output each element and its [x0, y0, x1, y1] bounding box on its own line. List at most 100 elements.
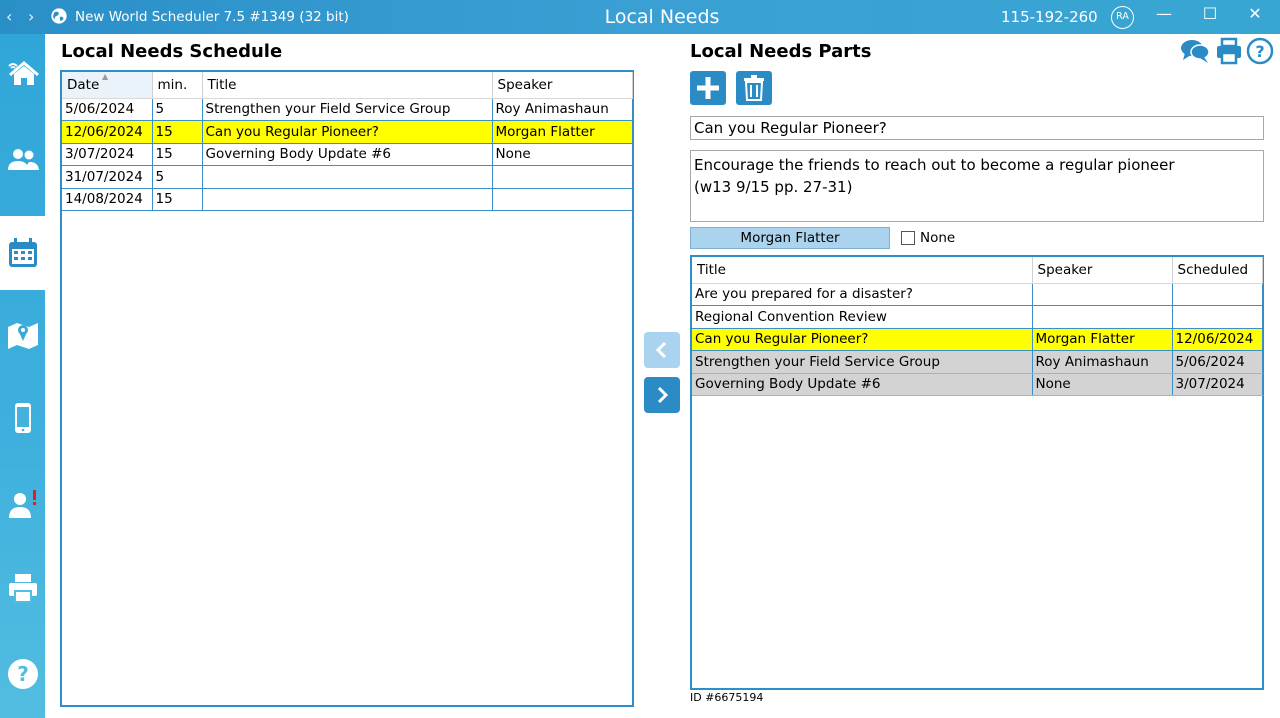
help-icon: ? [1246, 37, 1274, 65]
cell-title: Strengthen your Field Service Group [692, 350, 1033, 374]
close-button[interactable]: ✕ [1243, 4, 1267, 23]
schedule-heading: Local Needs Schedule [61, 41, 283, 62]
cell-scheduled [1172, 305, 1263, 329]
sidebar-item-map[interactable] [0, 304, 45, 364]
column-header-date[interactable]: ▲ Date [62, 72, 153, 99]
delete-part-button[interactable] [736, 71, 772, 105]
speaker-select-button[interactable]: Morgan Flatter [690, 227, 890, 249]
sidebar-item-home[interactable] [0, 42, 45, 102]
cell-min: 15 [152, 143, 203, 166]
cell-title: Regional Convention Review [692, 305, 1033, 329]
cell-title [202, 188, 493, 211]
column-header-scheduled[interactable]: Scheduled [1172, 257, 1263, 284]
svg-text:?: ? [1255, 42, 1264, 61]
column-header-title[interactable]: Title [202, 72, 493, 99]
schedule-header-row: ▲ Date min. Title Speaker [62, 72, 633, 99]
description-line: (w13 9/15 pp. 27-31) [694, 178, 853, 196]
cell-speaker: Roy Animashaun [1032, 350, 1173, 374]
user-avatar[interactable]: RA [1111, 6, 1134, 29]
cell-speaker: Roy Animashaun [492, 98, 633, 121]
column-header-speaker[interactable]: Speaker [492, 72, 633, 99]
cell-scheduled: 3/07/2024 [1172, 373, 1263, 396]
cell-scheduled: 5/06/2024 [1172, 350, 1263, 374]
cell-date: 5/06/2024 [62, 98, 153, 121]
sidebar-item-people[interactable] [0, 130, 45, 190]
cell-min: 15 [152, 120, 203, 144]
cell-date: 14/08/2024 [62, 188, 153, 211]
help-button[interactable]: ? [1246, 37, 1274, 69]
column-header-speaker[interactable]: Speaker [1032, 257, 1173, 284]
sidebar: ? [0, 34, 45, 718]
cell-date: 31/07/2024 [62, 165, 153, 189]
table-row[interactable]: 5/06/2024 5 Strengthen your Field Service … [62, 98, 633, 121]
cell-speaker [1032, 283, 1173, 306]
account-code: 115-192-260 [1001, 8, 1098, 26]
table-row[interactable]: 14/08/2024 15 [62, 188, 633, 211]
table-row[interactable]: Are you prepared for a disaster? [692, 283, 1263, 306]
sidebar-item-print[interactable] [0, 558, 45, 618]
parts-table: Title Speaker Scheduled Are you prepared… [690, 255, 1264, 690]
sort-asc-icon: ▲ [102, 72, 109, 81]
table-row[interactable]: 12/06/2024 15 Can you Regular Pioneer? Morg… [62, 120, 633, 144]
table-row[interactable]: 31/07/2024 5 [62, 165, 633, 189]
record-id: ID #6675194 [690, 691, 764, 704]
move-left-button[interactable] [644, 332, 680, 368]
cell-min: 5 [152, 98, 203, 121]
cell-speaker: None [492, 143, 633, 166]
mobile-icon [14, 403, 31, 433]
cell-speaker [492, 165, 633, 189]
printer-icon [8, 574, 37, 603]
cell-title: Strengthen your Field Service Group [202, 98, 493, 121]
chevron-right-icon [657, 386, 669, 404]
sidebar-item-calendar[interactable] [0, 216, 45, 290]
home-wifi-icon [7, 61, 39, 85]
parts-heading: Local Needs Parts [690, 41, 872, 62]
plus-icon [697, 77, 719, 99]
cell-speaker [492, 188, 633, 211]
none-checkbox-label: None [920, 230, 956, 246]
cell-min: 15 [152, 188, 203, 211]
parts-header-row: Title Speaker Scheduled [692, 257, 1263, 284]
chevron-left-icon [655, 341, 667, 359]
description-line: Encourage the friends to reach out to be… [694, 156, 1175, 174]
cell-title: Can you Regular Pioneer? [202, 120, 493, 144]
table-row[interactable]: Strengthen your Field Service Group Roy A… [692, 350, 1263, 374]
cell-title: Can you Regular Pioneer? [692, 328, 1033, 351]
table-row[interactable]: Governing Body Update #6 None 3/07/2024 [692, 373, 1263, 396]
map-icon [7, 323, 38, 349]
cell-speaker [1032, 305, 1173, 329]
sidebar-item-user-alert[interactable] [0, 474, 45, 534]
cell-title: Are you prepared for a disaster? [692, 283, 1033, 306]
title-bar: ‹ › New World Scheduler 7.5 #1349 (32 bi… [0, 0, 1280, 34]
cell-speaker: Morgan Flatter [492, 120, 633, 144]
sidebar-item-help[interactable]: ? [0, 644, 45, 704]
sidebar-item-mobile[interactable] [0, 388, 45, 448]
people-icon [7, 149, 39, 170]
svg-text:?: ? [17, 662, 29, 686]
table-row[interactable]: 3/07/2024 15 Governing Body Update #6 None [62, 143, 633, 166]
chat-button[interactable] [1180, 37, 1210, 69]
maximize-button[interactable]: ☐ [1198, 4, 1222, 23]
part-title-input[interactable]: Can you Regular Pioneer? [690, 116, 1264, 140]
cell-scheduled: 12/06/2024 [1172, 328, 1263, 351]
print-button[interactable] [1215, 37, 1243, 69]
cell-title: Governing Body Update #6 [692, 373, 1033, 396]
schedule-table: ▲ Date min. Title Speaker 5/06/2024 5 Stren… [60, 70, 634, 707]
printer-icon [1217, 37, 1241, 65]
chat-icon [1181, 40, 1210, 63]
part-description-textarea[interactable]: Encourage the friends to reach out to be… [690, 150, 1264, 222]
minimize-button[interactable]: — [1152, 4, 1176, 23]
cell-speaker: None [1032, 373, 1173, 396]
table-row[interactable]: Can you Regular Pioneer? Morgan Flatter 12… [692, 328, 1263, 351]
add-part-button[interactable] [690, 71, 726, 105]
cell-date: 3/07/2024 [62, 143, 153, 166]
user-alert-icon [8, 490, 36, 518]
none-checkbox[interactable] [901, 231, 915, 245]
calendar-icon [8, 238, 37, 267]
table-row[interactable]: Regional Convention Review [692, 305, 1263, 329]
cell-title [202, 165, 493, 189]
column-header-min[interactable]: min. [152, 72, 203, 99]
cell-scheduled [1172, 283, 1263, 306]
move-right-button[interactable] [644, 377, 680, 413]
column-header-title[interactable]: Title [692, 257, 1033, 284]
